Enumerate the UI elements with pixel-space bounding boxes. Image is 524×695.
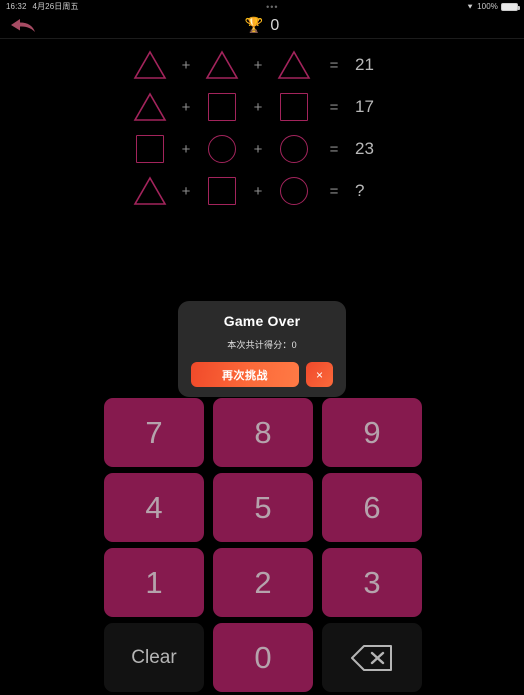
back-button[interactable] bbox=[6, 15, 40, 37]
circle-icon bbox=[280, 135, 308, 163]
equals-operator: = bbox=[329, 56, 339, 74]
square-icon bbox=[280, 93, 308, 121]
status-date: 4月26日周五 bbox=[32, 2, 79, 11]
shape-triangle bbox=[199, 50, 245, 80]
square-icon bbox=[208, 177, 236, 205]
equation-result: 17 bbox=[355, 97, 374, 116]
shape-square bbox=[199, 177, 245, 205]
status-time: 16:32 bbox=[6, 2, 27, 11]
shape-triangle bbox=[127, 92, 173, 122]
backspace-icon bbox=[351, 644, 392, 671]
score-display: 🏆 0 bbox=[0, 16, 524, 34]
equals-operator: = bbox=[329, 140, 339, 158]
key-5[interactable]: 5 bbox=[213, 473, 313, 542]
dialog-actions: 再次挑战 × bbox=[190, 362, 334, 387]
square-icon bbox=[136, 135, 164, 163]
shape-triangle bbox=[271, 50, 317, 80]
shape-circle bbox=[271, 177, 317, 205]
key-clear[interactable]: Clear bbox=[104, 623, 204, 692]
answer-placeholder: ? bbox=[355, 181, 365, 200]
equals-operator: = bbox=[329, 98, 339, 116]
trophy-icon: 🏆 bbox=[244, 17, 264, 34]
dialog-score-text: 本次共计得分：0 bbox=[227, 340, 297, 350]
shape-square bbox=[127, 135, 173, 163]
equation-result: 21 bbox=[355, 55, 374, 74]
shape-triangle bbox=[127, 50, 173, 80]
equals-operator: = bbox=[329, 182, 339, 200]
key-8[interactable]: 8 bbox=[213, 398, 313, 467]
key-4[interactable]: 4 bbox=[104, 473, 204, 542]
shape-triangle bbox=[127, 176, 173, 206]
app-header: 🏆 0 bbox=[0, 13, 524, 39]
plus-operator: + bbox=[181, 56, 191, 74]
game-over-dialog: Game Over 本次共计得分：0 再次挑战 × bbox=[178, 301, 346, 397]
plus-operator: + bbox=[253, 98, 263, 116]
close-button[interactable]: × bbox=[306, 362, 333, 387]
plus-operator: + bbox=[253, 56, 263, 74]
circle-icon bbox=[208, 135, 236, 163]
circle-icon bbox=[280, 177, 308, 205]
plus-operator: + bbox=[253, 182, 263, 200]
triangle-icon bbox=[205, 50, 239, 79]
key-backspace[interactable] bbox=[322, 623, 422, 692]
key-6[interactable]: 6 bbox=[322, 473, 422, 542]
status-bar: 16:32 4月26日周五 ••• ▼ 100% bbox=[0, 0, 524, 13]
key-9[interactable]: 9 bbox=[322, 398, 422, 467]
score-value: 0 bbox=[270, 16, 280, 34]
shape-circle bbox=[199, 135, 245, 163]
plus-operator: + bbox=[253, 140, 263, 158]
app-root: 16:32 4月26日周五 ••• ▼ 100% 🏆 0 + + = 21 + + = 17 +… bbox=[0, 0, 524, 695]
number-keypad: 7 8 9 4 5 6 1 2 3 Clear 0 bbox=[104, 398, 422, 692]
equation-row: + + = 21 bbox=[0, 44, 524, 86]
key-7[interactable]: 7 bbox=[104, 398, 204, 467]
battery-percent-label: 100% bbox=[477, 2, 498, 11]
status-bar-right: ▼ 100% bbox=[466, 2, 520, 11]
equation-row: + + =? bbox=[0, 170, 524, 212]
triangle-icon bbox=[277, 50, 311, 79]
triangle-icon bbox=[133, 176, 167, 205]
battery-full-icon bbox=[501, 2, 520, 11]
key-3[interactable]: 3 bbox=[322, 548, 422, 617]
shape-square bbox=[199, 93, 245, 121]
equation-row: + + = 23 bbox=[0, 128, 524, 170]
triangle-icon bbox=[133, 92, 167, 121]
key-2[interactable]: 2 bbox=[213, 548, 313, 617]
plus-operator: + bbox=[181, 182, 191, 200]
plus-operator: + bbox=[181, 140, 191, 158]
key-0[interactable]: 0 bbox=[213, 623, 313, 692]
plus-operator: + bbox=[181, 98, 191, 116]
equation-row: + + = 17 bbox=[0, 86, 524, 128]
shape-circle bbox=[271, 135, 317, 163]
triangle-icon bbox=[133, 50, 167, 79]
dialog-title: Game Over bbox=[223, 313, 301, 329]
key-1[interactable]: 1 bbox=[104, 548, 204, 617]
shape-square bbox=[271, 93, 317, 121]
square-icon bbox=[208, 93, 236, 121]
status-center-dots: ••• bbox=[266, 1, 279, 12]
retry-button[interactable]: 再次挑战 bbox=[191, 362, 299, 387]
wifi-icon: ▼ bbox=[466, 2, 475, 10]
equation-result: 23 bbox=[355, 139, 374, 158]
back-arrow-icon bbox=[11, 19, 35, 32]
status-bar-left: 16:32 4月26日周五 bbox=[6, 1, 79, 12]
puzzle-equations: + + = 21 + + = 17 + + = 23 + + =? bbox=[0, 44, 524, 212]
